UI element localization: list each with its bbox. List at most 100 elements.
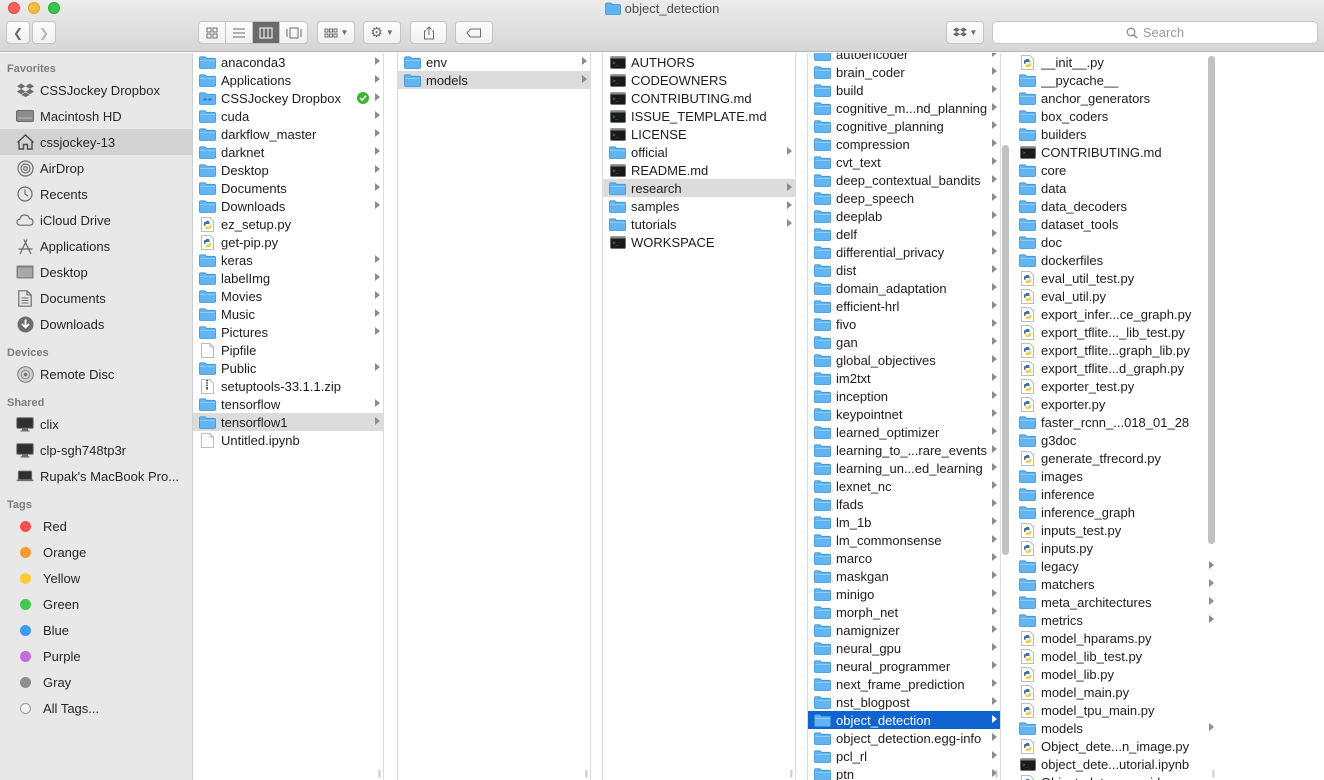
folder-row[interactable]: cuda xyxy=(193,107,383,125)
sidebar-item-cssjockey-13[interactable]: cssjockey-13 xyxy=(0,129,192,155)
sidebar-tag-green[interactable]: Green xyxy=(0,591,192,617)
folder-row[interactable]: autoencoder xyxy=(808,53,1000,63)
folder-row[interactable]: inference_graph xyxy=(1013,503,1217,521)
folder-row[interactable]: global_objectives xyxy=(808,351,1000,369)
file-row[interactable]: >_ LICENSE xyxy=(603,125,795,143)
folder-row[interactable]: deep_contextual_bandits xyxy=(808,171,1000,189)
file-row[interactable]: export_infer...ce_graph.py xyxy=(1013,305,1217,323)
file-row[interactable]: ez_setup.py xyxy=(193,215,383,233)
folder-row[interactable]: g3doc xyxy=(1013,431,1217,449)
file-row[interactable]: Untitled.ipynb xyxy=(193,431,383,449)
sidebar-item-downloads[interactable]: Downloads xyxy=(0,311,192,337)
folder-row[interactable]: metrics xyxy=(1013,611,1217,629)
folder-row[interactable]: lfads xyxy=(808,495,1000,513)
folder-row[interactable]: samples xyxy=(603,197,795,215)
folder-row[interactable]: deeplab xyxy=(808,207,1000,225)
column-resize-handle[interactable]: || xyxy=(585,769,588,778)
sidebar-tag-orange[interactable]: Orange xyxy=(0,539,192,565)
folder-row[interactable]: anchor_generators xyxy=(1013,89,1217,107)
sidebar-item-cssjockey-dropbox[interactable]: CSSJockey Dropbox xyxy=(0,77,192,103)
folder-row[interactable]: tutorials xyxy=(603,215,795,233)
folder-row[interactable]: darknet xyxy=(193,143,383,161)
folder-row[interactable]: gan xyxy=(808,333,1000,351)
file-row[interactable]: >_ ISSUE_TEMPLATE.md xyxy=(603,107,795,125)
file-row[interactable]: >_ README.md xyxy=(603,161,795,179)
file-row[interactable]: export_tflite..._lib_test.py xyxy=(1013,323,1217,341)
file-row[interactable]: model_lib_test.py xyxy=(1013,647,1217,665)
folder-row[interactable]: object_detection.egg-info xyxy=(808,729,1000,747)
folder-row[interactable]: inception xyxy=(808,387,1000,405)
folder-row[interactable]: marco xyxy=(808,549,1000,567)
file-row[interactable]: model_tpu_main.py xyxy=(1013,701,1217,719)
file-row[interactable]: Object_dete...n_image.py xyxy=(1013,737,1217,755)
folder-row[interactable]: research xyxy=(603,179,795,197)
folder-row[interactable]: Documents xyxy=(193,179,383,197)
column-scrollbar[interactable] xyxy=(1002,145,1009,555)
folder-row[interactable]: deep_speech xyxy=(808,189,1000,207)
file-row[interactable]: model_main.py xyxy=(1013,683,1217,701)
sidebar-item-desktop[interactable]: Desktop xyxy=(0,259,192,285)
file-row[interactable]: exporter.py xyxy=(1013,395,1217,413)
folder-row[interactable]: im2txt xyxy=(808,369,1000,387)
sidebar-item-macintosh-hd[interactable]: Macintosh HD xyxy=(0,103,192,129)
folder-row[interactable]: nst_blogpost xyxy=(808,693,1000,711)
folder-row[interactable]: neural_gpu xyxy=(808,639,1000,657)
file-row[interactable]: eval_util_test.py xyxy=(1013,269,1217,287)
column-scrollbar[interactable] xyxy=(1208,56,1215,544)
file-row[interactable]: generate_tfrecord.py xyxy=(1013,449,1217,467)
folder-row[interactable]: learning_un...ed_learning xyxy=(808,459,1000,477)
sidebar-item-icloud-drive[interactable]: iCloud Drive xyxy=(0,207,192,233)
folder-row[interactable]: faster_rcnn_...018_01_28 xyxy=(1013,413,1217,431)
folder-row[interactable]: namignizer xyxy=(808,621,1000,639)
folder-row[interactable]: next_frame_prediction xyxy=(808,675,1000,693)
folder-row[interactable]: efficient-hrl xyxy=(808,297,1000,315)
file-row[interactable]: eval_util.py xyxy=(1013,287,1217,305)
sidebar-item-remote-disc[interactable]: Remote Disc xyxy=(0,361,192,387)
folder-row[interactable]: dist xyxy=(808,261,1000,279)
back-button[interactable]: ❮ xyxy=(6,21,30,44)
folder-row[interactable]: delf xyxy=(808,225,1000,243)
folder-row[interactable]: build xyxy=(808,81,1000,99)
file-row[interactable]: exporter_test.py xyxy=(1013,377,1217,395)
file-row[interactable]: setuptools-33.1.1.zip xyxy=(193,377,383,395)
file-row[interactable]: >_ CODEOWNERS xyxy=(603,71,795,89)
column-resize-handle[interactable]: || xyxy=(378,769,381,778)
column-view-button[interactable] xyxy=(253,22,280,43)
folder-row[interactable]: data_decoders xyxy=(1013,197,1217,215)
folder-row[interactable]: compression xyxy=(808,135,1000,153)
list-view-button[interactable] xyxy=(226,22,253,43)
group-by-button[interactable]: ▼ xyxy=(317,21,355,44)
folder-row[interactable]: matchers xyxy=(1013,575,1217,593)
folder-row[interactable]: images xyxy=(1013,467,1217,485)
sidebar-tag-yellow[interactable]: Yellow xyxy=(0,565,192,591)
folder-row[interactable]: anaconda3 xyxy=(193,53,383,71)
file-row[interactable]: model_hparams.py xyxy=(1013,629,1217,647)
file-row[interactable]: >_ AUTHORS xyxy=(603,53,795,71)
folder-row[interactable]: keras xyxy=(193,251,383,269)
folder-row[interactable]: __pycache__ xyxy=(1013,71,1217,89)
folder-row[interactable]: inference xyxy=(1013,485,1217,503)
folder-row[interactable]: env xyxy=(398,53,590,71)
sidebar-item-airdrop[interactable]: AirDrop xyxy=(0,155,192,181)
tags-button[interactable] xyxy=(455,21,493,44)
icon-view-button[interactable] xyxy=(199,22,226,43)
folder-row[interactable]: legacy xyxy=(1013,557,1217,575)
folder-row[interactable]: learning_to_...rare_events xyxy=(808,441,1000,459)
folder-row[interactable]: pcl_rl xyxy=(808,747,1000,765)
sidebar-tag-gray[interactable]: Gray xyxy=(0,669,192,695)
folder-row[interactable]: domain_adaptation xyxy=(808,279,1000,297)
folder-row[interactable]: lexnet_nc xyxy=(808,477,1000,495)
folder-row[interactable]: object_detection xyxy=(808,711,1000,729)
folder-row[interactable]: cognitive_planning xyxy=(808,117,1000,135)
folder-row[interactable]: models xyxy=(1013,719,1217,737)
folder-row[interactable]: cognitive_m...nd_planning xyxy=(808,99,1000,117)
dropbox-button[interactable]: ▼ xyxy=(946,21,984,44)
sidebar-item-recents[interactable]: Recents xyxy=(0,181,192,207)
sidebar-item-documents[interactable]: Documents xyxy=(0,285,192,311)
sidebar-tag-red[interactable]: Red xyxy=(0,513,192,539)
column-resize-handle[interactable]: || xyxy=(995,769,998,778)
sidebar-tag-blue[interactable]: Blue xyxy=(0,617,192,643)
file-row[interactable]: __init__.py xyxy=(1013,53,1217,71)
file-row[interactable]: Object_dete...on_video.py xyxy=(1013,773,1217,780)
folder-row[interactable]: minigo xyxy=(808,585,1000,603)
